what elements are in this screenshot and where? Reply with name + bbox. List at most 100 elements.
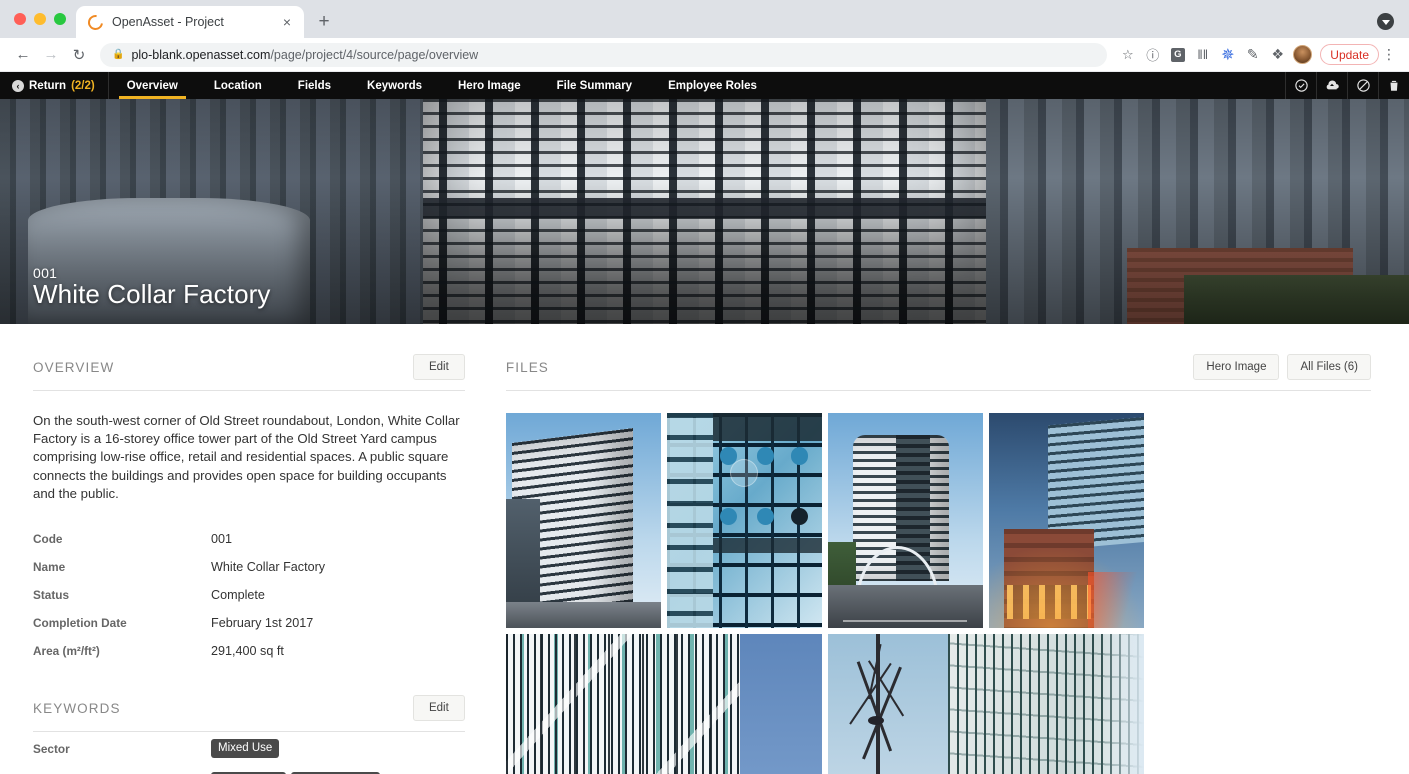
url-path: /page/project/4/source/page/overview: [270, 47, 479, 62]
browser-toolbar: ← → ↻ 🔒 plo-blank.openasset.com/page/pro…: [0, 38, 1409, 72]
field-label: Area (m²/ft²): [33, 644, 100, 659]
info-circle-icon[interactable]: ⓘ: [1140, 42, 1165, 67]
keywords-edit-button[interactable]: Edit: [412, 695, 465, 722]
field-row: Status Complete: [33, 581, 465, 609]
return-label: Return: [29, 79, 67, 92]
overview-fields-list: Code 001 Name White Collar Factory Statu…: [33, 525, 465, 665]
app-navigation-bar: ‹ Return (2/2) Overview Location Fields …: [0, 72, 1409, 99]
barcode-extension-icon[interactable]: ‖‖: [1190, 42, 1215, 67]
keyword-row-service: Service Architecture Interior Design: [33, 765, 465, 774]
keyword-row-sector: Sector Mixed Use: [33, 732, 465, 765]
approve-check-icon[interactable]: [1285, 72, 1316, 99]
field-row: Area (m²/ft²) 291,400 sq ft: [33, 637, 465, 665]
address-bar[interactable]: 🔒 plo-blank.openasset.com/page/project/4…: [100, 42, 1108, 67]
field-label: Name: [33, 560, 66, 575]
new-tab-button[interactable]: +: [310, 8, 338, 36]
tab-fields[interactable]: Fields: [280, 72, 349, 99]
keyword-tag[interactable]: Mixed Use: [211, 739, 280, 759]
thumbnail-6[interactable]: [827, 634, 1144, 774]
overview-edit-button[interactable]: Edit: [412, 354, 465, 380]
hero-image-filter-button[interactable]: Hero Image: [1193, 354, 1280, 380]
browser-tab-strip: OpenAsset - Project × +: [0, 0, 1409, 38]
thumbnail-1[interactable]: [505, 413, 661, 628]
field-row: Completion Date February 1st 2017: [33, 609, 465, 637]
delete-trash-icon[interactable]: [1378, 72, 1409, 99]
keywords-section-header: KEYWORDS Edit: [33, 695, 465, 733]
dusk-street-corner-image: [988, 413, 1144, 628]
thumbnail-2[interactable]: [666, 413, 822, 628]
field-label: Completion Date: [33, 616, 127, 631]
keywords-title: KEYWORDS: [33, 700, 121, 716]
user-avatar-image: [1293, 45, 1313, 64]
back-button[interactable]: ←: [10, 42, 36, 68]
files-filter-buttons: Hero Image All Files (6): [1193, 354, 1371, 380]
close-window-button[interactable]: [14, 13, 26, 25]
forward-button[interactable]: →: [38, 42, 64, 68]
url-host: plo-blank.openasset.com: [131, 47, 271, 62]
return-button[interactable]: ‹ Return (2/2): [0, 72, 109, 99]
field-value: 001: [211, 532, 233, 547]
tab-employee-roles[interactable]: Employee Roles: [650, 72, 775, 99]
all-files-filter-button[interactable]: All Files (6): [1287, 354, 1371, 380]
return-count: (2/2): [71, 79, 95, 92]
files-title: FILES: [505, 359, 549, 375]
lock-icon: 🔒: [112, 49, 125, 60]
toolbar-icon-group: ☆ ⓘ G ‖‖ ✵ ✎ ❖ Update ⋮: [1115, 42, 1399, 67]
extensions-puzzle-icon[interactable]: ❖: [1265, 42, 1290, 67]
tab-overview[interactable]: Overview: [109, 72, 196, 99]
sunburst-extension-icon[interactable]: ✵: [1215, 42, 1240, 67]
maximize-window-button[interactable]: [54, 13, 66, 25]
keyword-label: Sector: [33, 741, 70, 756]
field-value: Complete: [211, 588, 265, 603]
update-button[interactable]: Update: [1320, 44, 1379, 65]
field-value: White Collar Factory: [211, 560, 326, 575]
avatar[interactable]: [1290, 42, 1315, 67]
hero-title-block: 001 White Collar Factory: [33, 265, 271, 310]
overview-description: On the south-west corner of Old Street r…: [33, 413, 460, 501]
glass-facade-detail-image: [666, 413, 822, 628]
close-tab-icon[interactable]: ×: [280, 13, 294, 31]
field-label: Code: [33, 532, 63, 547]
browser-tab-openasset[interactable]: OpenAsset - Project ×: [76, 6, 304, 38]
app-nav-tabs: Overview Location Fields Keywords Hero I…: [109, 72, 775, 99]
overview-title: OVERVIEW: [33, 359, 115, 375]
tab-search-button[interactable]: [1377, 13, 1395, 31]
field-label: Status: [33, 588, 70, 603]
perforated-facade-diagonal-image: [505, 634, 822, 774]
thumbnail-selected-indicator: [730, 459, 759, 487]
thumbnail-4[interactable]: [988, 413, 1144, 628]
files-section-header: FILES Hero Image All Files (6): [505, 354, 1371, 391]
openasset-logo-icon: [85, 11, 106, 33]
field-row: Code 001: [33, 525, 465, 553]
tower-through-bare-tree-image: [827, 634, 1144, 774]
bookmark-star-icon[interactable]: ☆: [1115, 42, 1140, 67]
keyword-tag-group: Mixed Use: [211, 739, 280, 759]
keywords-section: KEYWORDS Edit Sector Mixed Use Service A…: [33, 695, 465, 774]
tab-hero-image[interactable]: Hero Image: [440, 72, 539, 99]
grammarly-extension-icon[interactable]: G: [1165, 42, 1190, 67]
tab-file-summary[interactable]: File Summary: [539, 72, 650, 99]
disable-block-icon[interactable]: [1347, 72, 1378, 99]
page-content: OVERVIEW Edit On the south-west corner o…: [0, 324, 1409, 774]
thumbnail-3[interactable]: [827, 413, 983, 628]
hero-banner: 001 White Collar Factory: [0, 99, 1409, 324]
tab-location[interactable]: Location: [196, 72, 280, 99]
tab-keywords[interactable]: Keywords: [349, 72, 440, 99]
reload-button[interactable]: ↻: [66, 42, 92, 68]
hero-project-name: White Collar Factory: [33, 279, 271, 309]
tab-title: OpenAsset - Project: [112, 15, 224, 29]
cloud-upload-icon[interactable]: [1316, 72, 1347, 99]
overview-section-header: OVERVIEW Edit: [33, 354, 465, 391]
file-thumbnail-grid: [505, 413, 1371, 774]
browser-window: OpenAsset - Project × + ← → ↻ 🔒 plo-blan…: [0, 0, 1409, 774]
files-column: FILES Hero Image All Files (6): [498, 324, 1409, 774]
minimize-window-button[interactable]: [34, 13, 46, 25]
tab-search-chevron-icon: [1377, 13, 1394, 30]
field-value: 291,400 sq ft: [211, 644, 284, 659]
thumbnail-5[interactable]: [505, 634, 822, 774]
kebab-menu-icon[interactable]: ⋮: [1379, 43, 1399, 67]
back-arrow-circle-icon: ‹: [12, 79, 24, 92]
tower-from-street-with-arch-image: [827, 413, 983, 628]
eyedropper-extension-icon[interactable]: ✎: [1240, 42, 1265, 67]
app-nav-actions: [1285, 72, 1409, 99]
